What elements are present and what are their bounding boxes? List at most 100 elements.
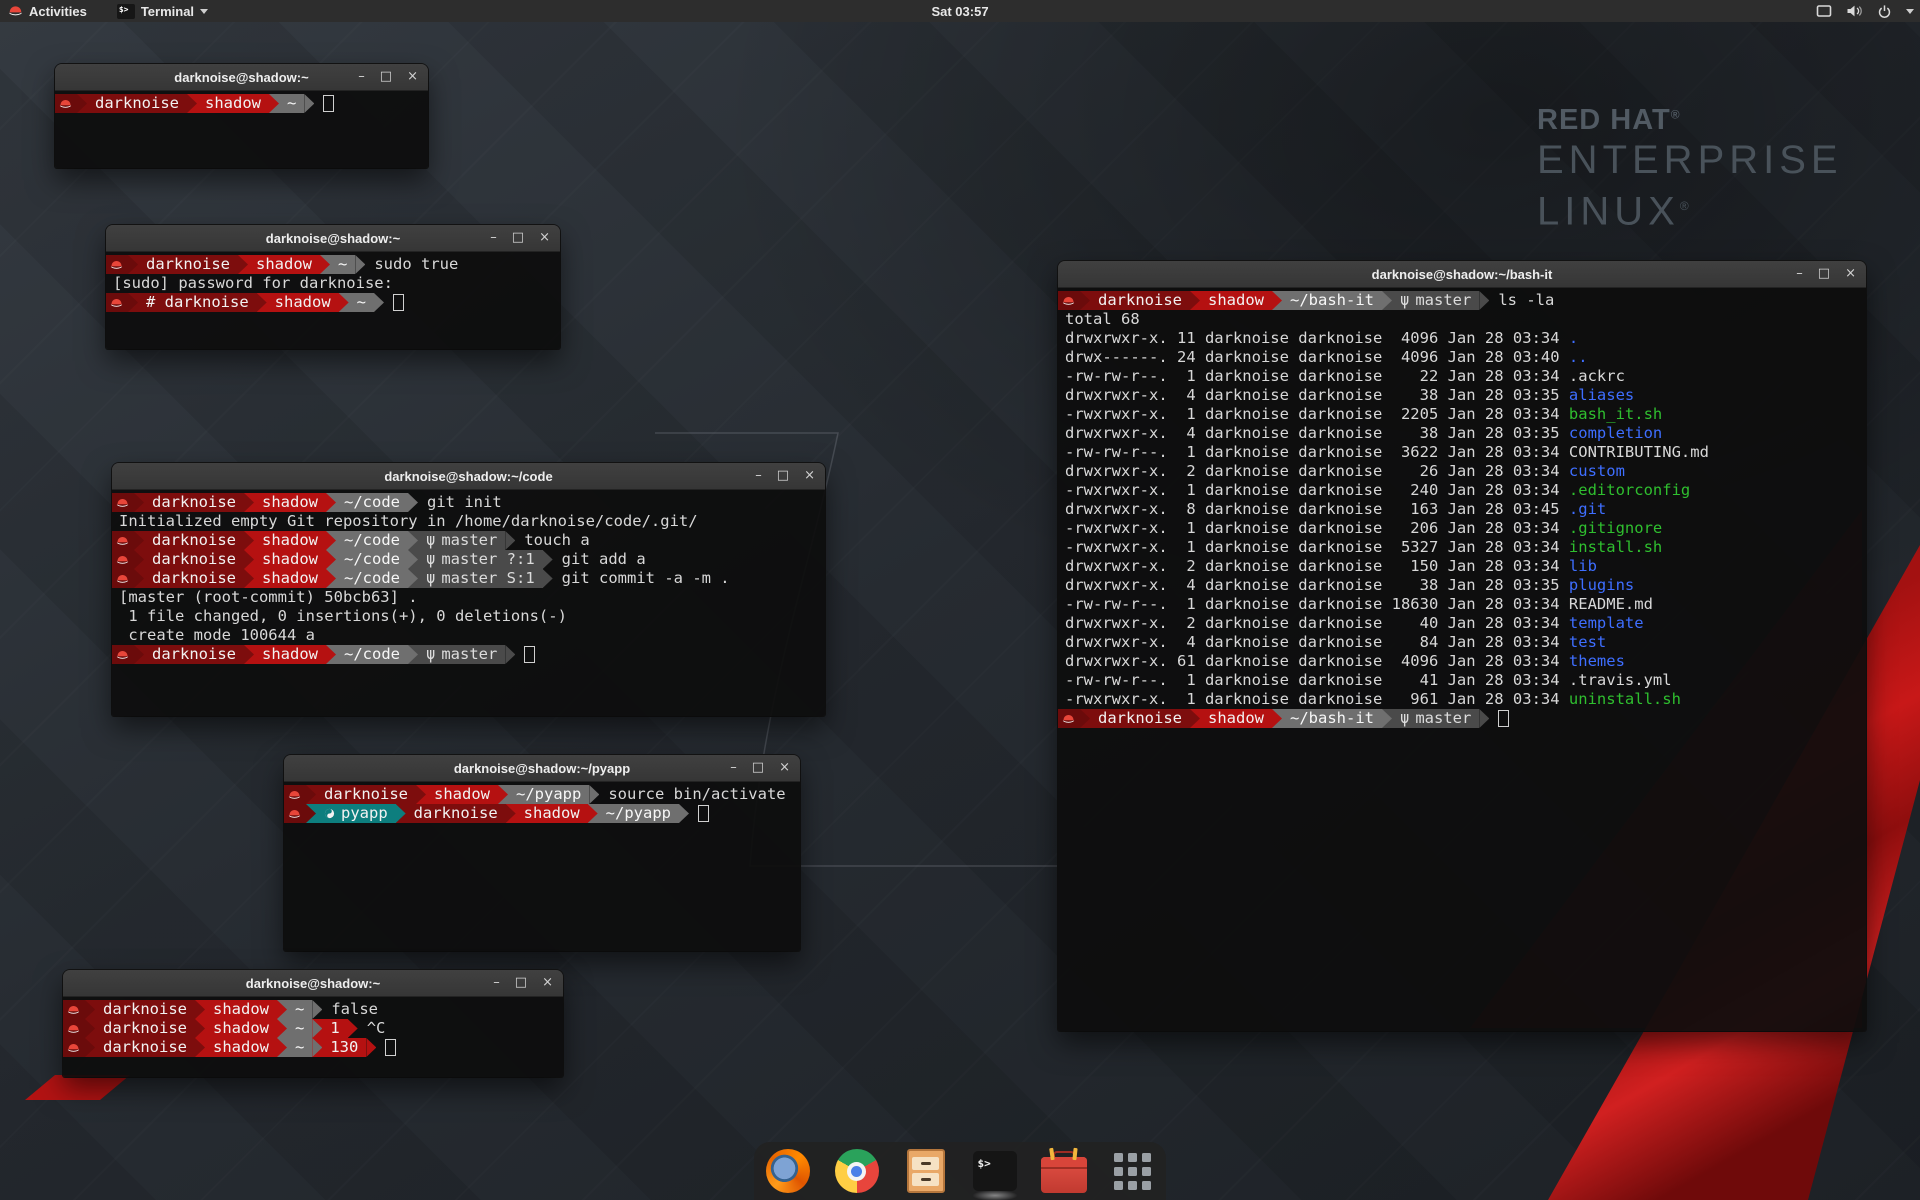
dock-item-terminal[interactable]: $> bbox=[972, 1148, 1018, 1194]
git-branch-icon: ψ bbox=[426, 531, 435, 550]
prompt-line: darknoiseshadow~/bash-itψmaster bbox=[1058, 709, 1866, 728]
dock-item-show-applications[interactable] bbox=[1110, 1148, 1156, 1194]
window-title: darknoise@shadow:~/bash-it bbox=[1058, 267, 1866, 282]
maximize-button[interactable]: □ bbox=[380, 64, 392, 90]
powerline-separator bbox=[85, 1019, 95, 1038]
window-titlebar[interactable]: darknoise@shadow:~–□× bbox=[55, 64, 428, 91]
powerline-separator bbox=[326, 531, 336, 550]
git-branch-icon: ψ bbox=[426, 645, 435, 664]
google-chrome-icon bbox=[835, 1149, 879, 1193]
minimize-button[interactable]: – bbox=[493, 970, 500, 996]
dock-item-toolbox[interactable] bbox=[1041, 1148, 1087, 1194]
ls-row-meta: drwxrwxr-x. 61 darknoise darknoise 4096 … bbox=[1065, 652, 1569, 670]
terminal-window: darknoise@shadow:~/code–□×darknoiseshado… bbox=[112, 463, 825, 716]
maximize-button[interactable]: □ bbox=[777, 463, 789, 489]
command-text: touch a bbox=[524, 531, 589, 550]
ls-row-filename: . bbox=[1569, 329, 1578, 347]
close-button[interactable]: × bbox=[542, 970, 553, 996]
dock-item-files[interactable] bbox=[903, 1148, 949, 1194]
window-titlebar[interactable]: darknoise@shadow:~–□× bbox=[106, 225, 560, 252]
dock-item-google-chrome[interactable] bbox=[834, 1148, 880, 1194]
close-button[interactable]: × bbox=[407, 64, 418, 90]
powerline-separator bbox=[195, 1000, 205, 1019]
redhat-icon bbox=[67, 1024, 80, 1034]
ls-row-filename: lib bbox=[1569, 557, 1597, 575]
segment-label: ~/code bbox=[344, 569, 400, 588]
minimize-button[interactable]: – bbox=[358, 64, 365, 90]
redhat-icon bbox=[288, 809, 301, 819]
segment-label: ~/bash-it bbox=[1290, 709, 1374, 728]
terminal-content[interactable]: darknoiseshadow~/pyappsource bin/activat… bbox=[284, 782, 800, 951]
command-text: ls -la bbox=[1498, 291, 1554, 310]
powerline-separator bbox=[244, 550, 254, 569]
minimize-button[interactable]: – bbox=[755, 463, 762, 489]
ls-row: drwxrwxr-x. 2 darknoise darknoise 26 Jan… bbox=[1058, 462, 1866, 481]
minimize-button[interactable]: – bbox=[730, 755, 737, 781]
segment-label: ~/code bbox=[344, 531, 400, 550]
segment-label: master ?:1 bbox=[441, 550, 534, 569]
window-titlebar[interactable]: darknoise@shadow:~/bash-it–□ × bbox=[1058, 261, 1866, 288]
minimize-button[interactable]: – bbox=[1796, 261, 1803, 287]
prompt-segment-user: darknoise bbox=[95, 1000, 195, 1019]
prompt-segment-host: shadow bbox=[197, 94, 269, 113]
ls-row: -rwxrwxr-x. 1 darknoise darknoise 5327 J… bbox=[1058, 538, 1866, 557]
redhat-icon bbox=[110, 298, 123, 308]
maximize-button[interactable]: □ bbox=[1818, 261, 1830, 287]
window-controls: –□ × bbox=[755, 463, 815, 489]
powerline-separator bbox=[244, 493, 254, 512]
window-titlebar[interactable]: darknoise@shadow:~/pyapp–□× bbox=[284, 755, 800, 782]
maximize-button[interactable]: □ bbox=[512, 225, 524, 251]
powerline-separator bbox=[312, 1000, 322, 1019]
terminal-content[interactable]: darknoiseshadow~sudo true[sudo] password… bbox=[106, 252, 560, 349]
clock[interactable]: Sat 03:57 bbox=[931, 0, 988, 22]
segment-label: ~/code bbox=[344, 645, 400, 664]
redhat-icon bbox=[116, 555, 129, 565]
terminal-content[interactable]: darknoiseshadow~falsedarknoiseshadow~1^C… bbox=[63, 997, 563, 1077]
maximize-button[interactable]: □ bbox=[515, 970, 527, 996]
terminal-content[interactable]: darknoiseshadow~ bbox=[55, 91, 428, 168]
powerline-separator bbox=[679, 804, 689, 823]
window-controls: –□ × bbox=[490, 225, 550, 251]
prompt-line: darknoiseshadow~false bbox=[63, 1000, 563, 1019]
terminal-app-icon: $> bbox=[117, 4, 135, 19]
powerline-separator bbox=[244, 645, 254, 664]
powerline-separator bbox=[85, 1038, 95, 1057]
segment-label: darknoise bbox=[152, 550, 236, 569]
ls-row-meta: -rw-rw-r--. 1 darknoise darknoise 22 Jan… bbox=[1065, 367, 1569, 385]
ls-row-filename: uninstall.sh bbox=[1569, 690, 1681, 708]
close-button[interactable]: × bbox=[1845, 261, 1856, 287]
brand-line-enterprise: ENTERPRISE bbox=[1537, 137, 1843, 183]
ls-row-filename: .ackrc bbox=[1569, 367, 1625, 385]
prompt-segment-host: shadow bbox=[205, 1019, 277, 1038]
window-titlebar[interactable]: darknoise@shadow:~/code–□× bbox=[112, 463, 825, 490]
prompt-segment-redhat bbox=[63, 1000, 85, 1019]
command-text: git commit -a -m . bbox=[562, 569, 730, 588]
window-titlebar[interactable]: darknoise@shadow:~–□× bbox=[63, 970, 563, 997]
maximize-button[interactable]: □ bbox=[752, 755, 764, 781]
segment-label: darknoise bbox=[152, 569, 236, 588]
activities-button[interactable]: Activities bbox=[0, 0, 95, 22]
powerline-separator bbox=[408, 531, 418, 550]
powerline-separator bbox=[277, 1000, 287, 1019]
close-button[interactable]: × bbox=[804, 463, 815, 489]
prompt-segment-redhat bbox=[1058, 291, 1080, 310]
terminal-cursor bbox=[393, 294, 404, 311]
terminal-content[interactable]: darknoiseshadow~/bash-itψmasterls -latot… bbox=[1058, 288, 1866, 1031]
prompt-segment-user: darknoise bbox=[87, 94, 187, 113]
powerline-separator bbox=[506, 804, 516, 823]
ls-row-filename: install.sh bbox=[1569, 538, 1662, 556]
app-menu-button[interactable]: $> Terminal bbox=[109, 0, 216, 22]
prompt-segment-host: shadow bbox=[267, 293, 339, 312]
terminal-cursor bbox=[524, 646, 535, 663]
close-button[interactable]: × bbox=[539, 225, 550, 251]
ls-row: drwxrwxr-x. 8 darknoise darknoise 163 Ja… bbox=[1058, 500, 1866, 519]
redhat-icon bbox=[116, 498, 129, 508]
close-button[interactable]: × bbox=[779, 755, 790, 781]
terminal-content[interactable]: darknoiseshadow~/codegit initInitialized… bbox=[112, 490, 825, 716]
dock-item-firefox[interactable] bbox=[765, 1148, 811, 1194]
prompt-line: darknoiseshadow~ bbox=[55, 94, 428, 113]
prompt-line: darknoiseshadow~/bash-itψmasterls -la bbox=[1058, 291, 1866, 310]
ls-row-meta: drwx------. 24 darknoise darknoise 4096 … bbox=[1065, 348, 1569, 366]
minimize-button[interactable]: – bbox=[490, 225, 497, 251]
system-status-area[interactable] bbox=[1816, 0, 1914, 22]
